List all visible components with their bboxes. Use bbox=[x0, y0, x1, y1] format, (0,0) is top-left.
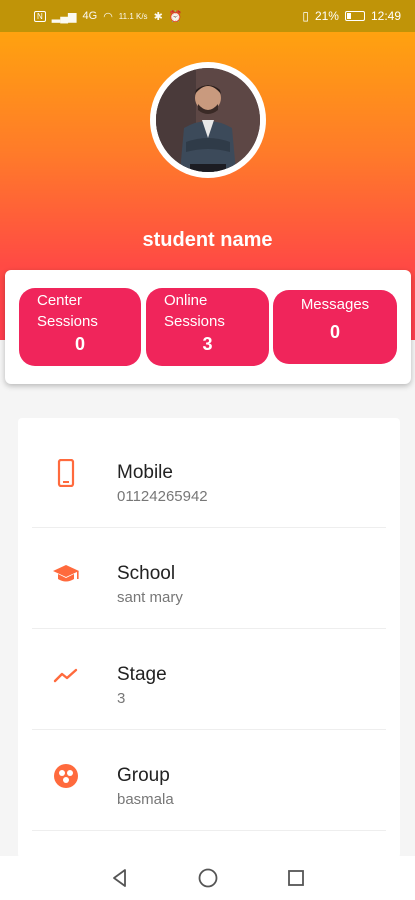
data-rate: 11.1 K/s bbox=[118, 11, 148, 21]
network-type: 4G bbox=[82, 10, 98, 22]
group-value: basmala bbox=[117, 791, 174, 808]
info-row-school[interactable]: School sant mary bbox=[18, 528, 400, 629]
center-sessions-label: Center Sessions bbox=[37, 290, 147, 332]
info-row-stage[interactable]: Stage 3 bbox=[18, 629, 400, 730]
system-nav-bar bbox=[0, 856, 415, 900]
stage-value: 3 bbox=[117, 690, 126, 707]
status-bar: N ▂▄▆ 4G ◠ 11.1 K/s ✱ ⏰ ▯ 21% 12:49 bbox=[0, 0, 415, 32]
stage-title: Stage bbox=[117, 664, 167, 685]
center-sessions-label-line1: Center bbox=[37, 292, 83, 309]
battery-icon bbox=[344, 11, 365, 21]
graduation-cap-icon bbox=[52, 560, 80, 588]
mobile-title: Mobile bbox=[117, 462, 173, 483]
school-value: sant mary bbox=[117, 589, 183, 606]
avatar-ring bbox=[150, 62, 266, 178]
back-icon[interactable] bbox=[107, 865, 133, 891]
info-row-group[interactable]: Group basmala bbox=[18, 730, 400, 831]
student-name: student name bbox=[142, 229, 273, 251]
group-circle-icon bbox=[52, 762, 80, 790]
messages-label: Messages bbox=[300, 296, 370, 313]
nfc-badge: N bbox=[34, 10, 46, 22]
online-sessions-label-line1: Online bbox=[164, 292, 208, 309]
avatar-photo bbox=[156, 68, 260, 172]
center-sessions-value: 0 bbox=[74, 334, 85, 354]
online-sessions-label: Online Sessions bbox=[164, 290, 274, 332]
divider bbox=[32, 830, 386, 831]
status-right: ▯ 21% 12:49 bbox=[302, 9, 401, 23]
student-info-card: Mobile 01124265942 School sant mary Stag… bbox=[18, 418, 400, 858]
online-sessions-label-line2: Sessions bbox=[164, 313, 225, 330]
recents-icon[interactable] bbox=[283, 865, 309, 891]
stats-card: Center Sessions 0 Online Sessions 3 Mess… bbox=[5, 270, 411, 384]
info-row-mobile[interactable]: Mobile 01124265942 bbox=[18, 427, 400, 528]
clock: 12:49 bbox=[370, 9, 401, 23]
online-sessions-tile[interactable]: Online Sessions 3 bbox=[146, 288, 269, 366]
status-left: N ▂▄▆ 4G ◠ 11.1 K/s ✱ ⏰ bbox=[34, 10, 182, 23]
signal-icon: ▂▄▆ bbox=[51, 10, 77, 23]
battery-percent: 21% bbox=[314, 9, 339, 23]
messages-tile[interactable]: Messages 0 bbox=[273, 290, 397, 364]
wifi-icon: ◠ bbox=[103, 10, 113, 23]
group-title: Group bbox=[117, 765, 170, 786]
mobile-value: 01124265942 bbox=[117, 488, 208, 505]
trending-up-icon bbox=[52, 661, 80, 689]
center-sessions-tile[interactable]: Center Sessions 0 bbox=[19, 288, 141, 366]
messages-value: 0 bbox=[329, 322, 340, 342]
avatar[interactable] bbox=[156, 68, 260, 172]
vibrate-icon: ▯ bbox=[302, 9, 309, 23]
home-icon[interactable] bbox=[195, 865, 221, 891]
bluetooth-icon: ✱ bbox=[153, 10, 163, 23]
online-sessions-value: 3 bbox=[202, 334, 213, 354]
school-title: School bbox=[117, 563, 176, 584]
alarm-icon: ⏰ bbox=[168, 10, 183, 23]
phone-icon bbox=[52, 459, 80, 487]
center-sessions-label-line2: Sessions bbox=[37, 313, 98, 330]
